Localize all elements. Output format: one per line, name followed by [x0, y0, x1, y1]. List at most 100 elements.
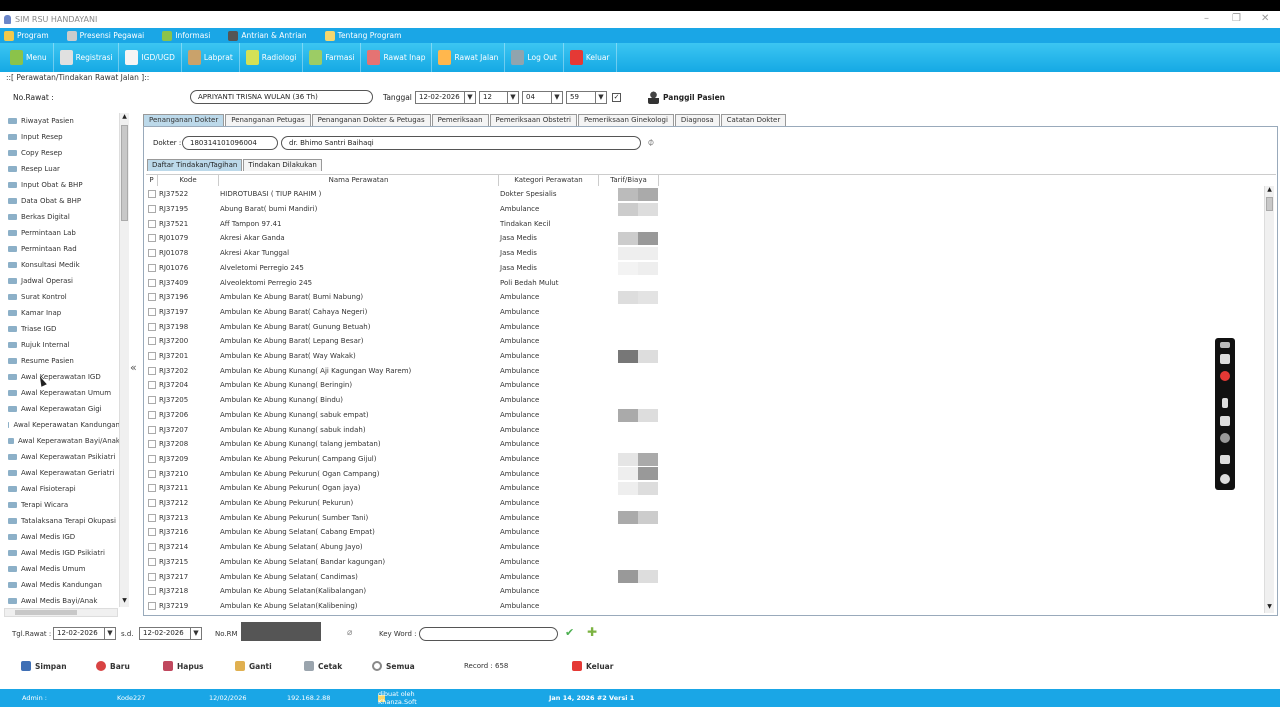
toolbar-radiologi-button[interactable]: Radiologi: [240, 43, 304, 72]
table-row[interactable]: RJ37205 Ambulan Ke Abung Kunang( Bindu) Am…: [146, 393, 659, 408]
table-row[interactable]: RJ37522 HIDROTUBASI ( TIUP RAHIM ) Dokter…: [146, 187, 659, 202]
tab[interactable]: Penanganan Dokter & Petugas: [311, 114, 431, 126]
toolbar-menu-button[interactable]: Menu: [0, 43, 54, 72]
sidebar-item[interactable]: Resume Pasien: [4, 353, 120, 369]
subtab[interactable]: Tindakan Dilakukan: [243, 159, 322, 171]
table-row[interactable]: RJ37206 Ambulan Ke Abung Kunang( sabuk em…: [146, 408, 659, 423]
tanggal-select[interactable]: 12-02-2026 ▼: [415, 91, 476, 104]
sidebar-item[interactable]: Input Obat & BHP: [4, 177, 120, 193]
sidebar-item[interactable]: Awal Medis Kandungan: [4, 577, 120, 593]
toolbar-igd-button[interactable]: IGD/UGD: [119, 43, 182, 72]
sidebar-scroll-thumb[interactable]: [121, 125, 128, 221]
row-checkbox[interactable]: [148, 381, 156, 390]
sidebar-item[interactable]: Berkas Digital: [4, 209, 120, 225]
jam-auto-checkbox[interactable]: ✓: [612, 93, 621, 102]
row-checkbox[interactable]: [148, 469, 156, 478]
row-checkbox[interactable]: [148, 484, 156, 493]
row-checkbox[interactable]: [148, 366, 156, 375]
row-checkbox[interactable]: [148, 219, 156, 228]
row-checkbox[interactable]: [148, 396, 156, 405]
sidebar-item[interactable]: Awal Keperawatan Geriatri: [4, 465, 120, 481]
table-row[interactable]: RJ37219 Ambulan Ke Abung Selatan(Kalibeni…: [146, 599, 659, 614]
row-checkbox[interactable]: [148, 557, 156, 566]
row-checkbox[interactable]: [148, 499, 156, 508]
table-row[interactable]: RJ37409 Alveolektomi Perregio 245 Poli Bed…: [146, 275, 659, 290]
tab[interactable]: Diagnosa: [674, 114, 720, 126]
table-row[interactable]: RJ37521 Aff Tampon 97.41 Tindakan Kecil: [146, 216, 659, 231]
table-row[interactable]: RJ37197 Ambulan Ke Abung Barat( Cahaya Ne…: [146, 305, 659, 320]
simpan-button[interactable]: Simpan: [21, 661, 67, 671]
row-checkbox[interactable]: [148, 337, 156, 346]
sidebar-item[interactable]: Kamar Inap: [4, 305, 120, 321]
paperclip-icon[interactable]: ⌀: [347, 628, 352, 638]
tab[interactable]: Pemeriksaan Obstetri: [489, 114, 577, 126]
table-row[interactable]: RJ37215 Ambulan Ke Abung Selatan( Bandar …: [146, 555, 659, 570]
table-row[interactable]: RJ37217 Ambulan Ke Abung Selatan( Candima…: [146, 569, 659, 584]
minimize-icon[interactable]: –: [1204, 13, 1209, 24]
table-row[interactable]: RJ37202 Ambulan Ke Abung Kunang( Aji Kagu…: [146, 363, 659, 378]
scroll-down-icon[interactable]: ▼: [120, 597, 129, 607]
add-icon[interactable]: ✚: [587, 625, 597, 639]
table-scroll-thumb[interactable]: [1266, 197, 1273, 211]
settings-icon[interactable]: [1220, 474, 1230, 484]
maximize-icon[interactable]: ❐: [1232, 13, 1241, 24]
menu-informasi[interactable]: Informasi: [162, 30, 210, 41]
sidebar-item[interactable]: Awal Medis IGD Psikiatri: [4, 545, 120, 561]
row-checkbox[interactable]: [148, 307, 156, 316]
row-checkbox[interactable]: [148, 410, 156, 419]
menu-antrian[interactable]: Antrian & Antrian: [228, 30, 307, 41]
screen-icon[interactable]: [1220, 455, 1230, 464]
sidebar-item[interactable]: Awal Medis Umum: [4, 561, 120, 577]
scroll-up-icon[interactable]: ▲: [120, 113, 129, 123]
search-check-icon[interactable]: ✔: [565, 626, 574, 639]
sidebar-item[interactable]: Rujuk Internal: [4, 337, 120, 353]
row-checkbox[interactable]: [148, 352, 156, 361]
toolbar-logout-button[interactable]: Log Out: [505, 43, 564, 72]
tab[interactable]: Penanganan Dokter: [143, 114, 225, 126]
sidebar-item[interactable]: Awal Medis Bayi/Anak: [4, 593, 120, 606]
hapus-button[interactable]: Hapus: [163, 661, 204, 671]
sidebar-item[interactable]: Awal Keperawatan Kandungan: [4, 417, 120, 433]
jam-select[interactable]: 12 ▼: [479, 91, 519, 104]
menu-program[interactable]: Program: [4, 30, 49, 41]
pin-icon[interactable]: [1220, 342, 1230, 348]
table-row[interactable]: RJ37216 Ambulan Ke Abung Selatan( Cabang …: [146, 525, 659, 540]
table-scrollbar[interactable]: ▲ ▼: [1264, 186, 1274, 613]
microphone-icon[interactable]: [1222, 398, 1228, 408]
panggil-pasien-button[interactable]: Panggil Pasien: [648, 91, 725, 104]
sidebar-hscrollbar[interactable]: [4, 608, 118, 617]
row-checkbox[interactable]: [148, 587, 156, 596]
dokter-kode-field[interactable]: 180314101096004: [182, 136, 278, 150]
baru-button[interactable]: Baru: [96, 661, 130, 671]
sidebar-item[interactable]: Tatalaksana Terapi Okupasi: [4, 513, 120, 529]
scroll-up-icon[interactable]: ▲: [1265, 186, 1274, 196]
sidebar-item[interactable]: Konsultasi Medik: [4, 257, 120, 273]
toolbar-keluar-button[interactable]: Keluar: [564, 43, 617, 72]
sidebar-item[interactable]: Awal Medis IGD: [4, 529, 120, 545]
sidebar-item[interactable]: Surat Kontrol: [4, 289, 120, 305]
toolbar-lab-button[interactable]: Labprat: [182, 43, 240, 72]
table-row[interactable]: RJ37209 Ambulan Ke Abung Pekurun( Campang…: [146, 452, 659, 467]
table-row[interactable]: RJ37201 Ambulan Ke Abung Barat( Way Wakak…: [146, 349, 659, 364]
column-header[interactable]: Kategori Perawatan: [499, 175, 599, 186]
sidebar-hscroll-thumb[interactable]: [15, 610, 77, 615]
table-row[interactable]: RJ37214 Ambulan Ke Abung Selatan( Abung J…: [146, 540, 659, 555]
table-row[interactable]: RJ37211 Ambulan Ke Abung Pekurun( Ogan ja…: [146, 481, 659, 496]
row-checkbox[interactable]: [148, 205, 156, 214]
patient-field[interactable]: APRIYANTI TRISNA WULAN (36 Th): [190, 90, 373, 104]
menu-tentang[interactable]: Tentang Program: [324, 30, 401, 41]
detik-select[interactable]: 59 ▼: [566, 91, 607, 104]
row-checkbox[interactable]: [148, 322, 156, 331]
toolbar-rawat-inap-button[interactable]: Rawat Inap: [361, 43, 433, 72]
sidebar-item[interactable]: Awal Keperawatan Psikiatri: [4, 449, 120, 465]
table-row[interactable]: RJ37210 Ambulan Ke Abung Pekurun( Ogan Ca…: [146, 466, 659, 481]
keyword-input[interactable]: [419, 627, 558, 641]
table-row[interactable]: RJ37200 Ambulan Ke Abung Barat( Lepang Be…: [146, 334, 659, 349]
row-checkbox[interactable]: [148, 425, 156, 434]
sidebar-item[interactable]: Riwayat Pasien: [4, 113, 120, 129]
scroll-down-icon[interactable]: ▼: [1265, 603, 1274, 613]
sidebar-scrollbar[interactable]: ▲ ▼: [119, 113, 129, 607]
row-checkbox[interactable]: [148, 572, 156, 581]
table-row[interactable]: RJ37207 Ambulan Ke Abung Kunang( sabuk in…: [146, 422, 659, 437]
table-row[interactable]: RJ37213 Ambulan Ke Abung Pekurun( Sumber …: [146, 510, 659, 525]
